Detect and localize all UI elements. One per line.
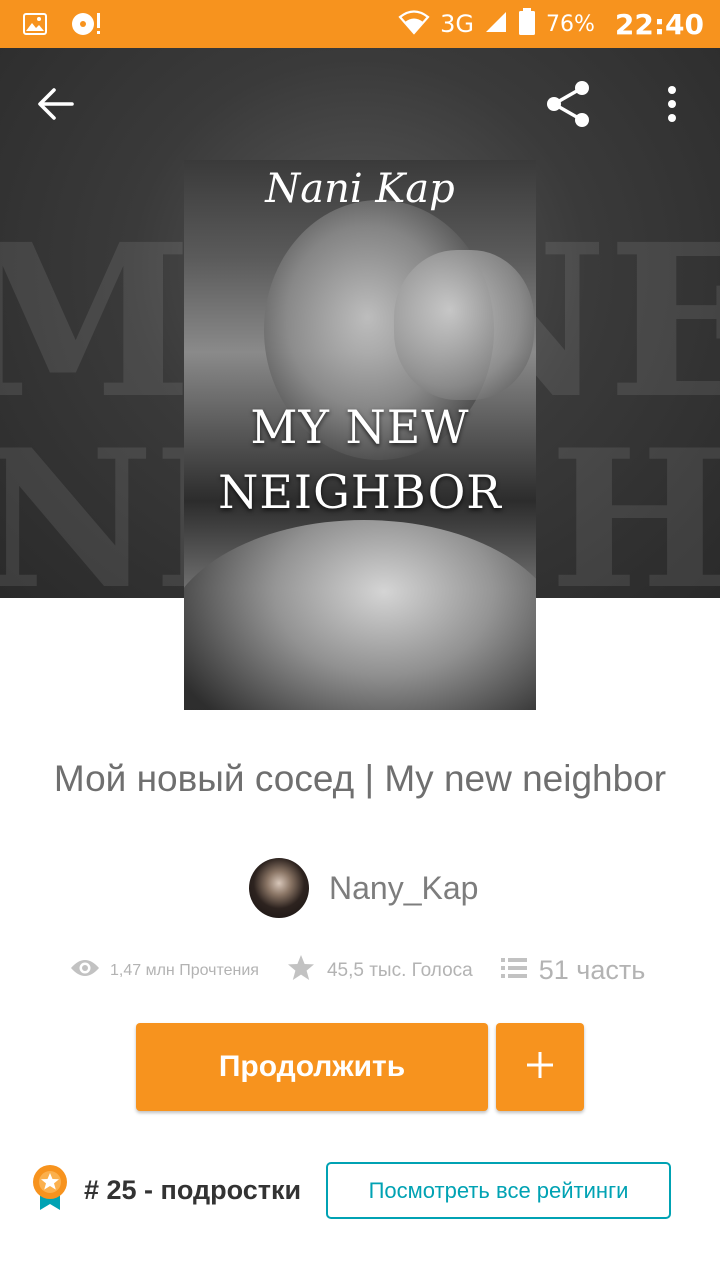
clock: 22:40 bbox=[614, 7, 704, 41]
wifi-icon bbox=[398, 9, 430, 40]
status-bar-system: 3G 76% 22:40 bbox=[398, 6, 704, 42]
parts-count: 51 часть bbox=[538, 955, 646, 985]
reads-stat: 1,47 млн Прочтения bbox=[70, 958, 259, 983]
share-icon bbox=[542, 78, 594, 135]
more-vertical-icon bbox=[666, 84, 678, 129]
author-name[interactable]: Nany_Kap bbox=[329, 870, 478, 907]
view-all-ratings-button[interactable]: Посмотреть все рейтинги bbox=[326, 1162, 671, 1219]
book-title: Мой новый сосед | My new neighbor bbox=[53, 758, 667, 799]
author-link[interactable]: Nany_Kap bbox=[249, 858, 478, 918]
battery-level: 76% bbox=[545, 11, 595, 37]
votes-count: 45,5 тыс. Голоса bbox=[326, 959, 473, 981]
star-icon bbox=[287, 954, 315, 987]
signal-icon bbox=[484, 10, 508, 39]
reads-count: 1,47 млн Прочтения bbox=[110, 961, 259, 979]
cover-art-lower bbox=[184, 520, 536, 710]
share-button[interactable] bbox=[540, 78, 596, 134]
back-button[interactable] bbox=[30, 80, 82, 132]
votes-stat: 45,5 тыс. Голоса bbox=[287, 954, 473, 987]
add-to-library-button[interactable] bbox=[496, 1023, 584, 1111]
view-all-ratings-label: Посмотреть все рейтинги bbox=[368, 1177, 629, 1203]
cover-title-line1: MY NEW bbox=[250, 400, 470, 454]
book-stats: 1,47 млн Прочтения 45,5 тыс. Голоса 51 ч… bbox=[70, 954, 645, 987]
cover-author-text: Nani Kap bbox=[265, 166, 455, 212]
continue-reading-label: Продолжить bbox=[218, 1050, 406, 1083]
continue-reading-button[interactable]: Продолжить bbox=[136, 1023, 488, 1111]
author-avatar[interactable] bbox=[249, 858, 309, 918]
plus-icon bbox=[525, 1050, 555, 1085]
arrow-left-icon bbox=[36, 84, 76, 129]
ranking-badge-icon bbox=[30, 1164, 70, 1217]
network-type: 3G bbox=[440, 10, 474, 38]
ranking-row: # 25 - подростки bbox=[30, 1164, 301, 1217]
status-bar-notifications bbox=[22, 10, 104, 43]
more-options-button[interactable] bbox=[652, 78, 692, 134]
status-bar: 3G 76% 22:40 bbox=[0, 0, 720, 48]
ranking-text: # 25 - подростки bbox=[84, 1175, 302, 1205]
book-cover[interactable]: Nani Kap MY NEW NEIGHBOR bbox=[184, 160, 536, 710]
list-icon bbox=[500, 957, 527, 984]
parts-stat: 51 часть bbox=[500, 955, 646, 986]
image-icon bbox=[22, 11, 48, 42]
eye-icon bbox=[70, 958, 100, 983]
cover-art-hand bbox=[394, 250, 534, 400]
battery-icon bbox=[518, 7, 536, 41]
media-icon bbox=[70, 10, 104, 43]
cover-title-line2: NEIGHBOR bbox=[218, 465, 502, 519]
